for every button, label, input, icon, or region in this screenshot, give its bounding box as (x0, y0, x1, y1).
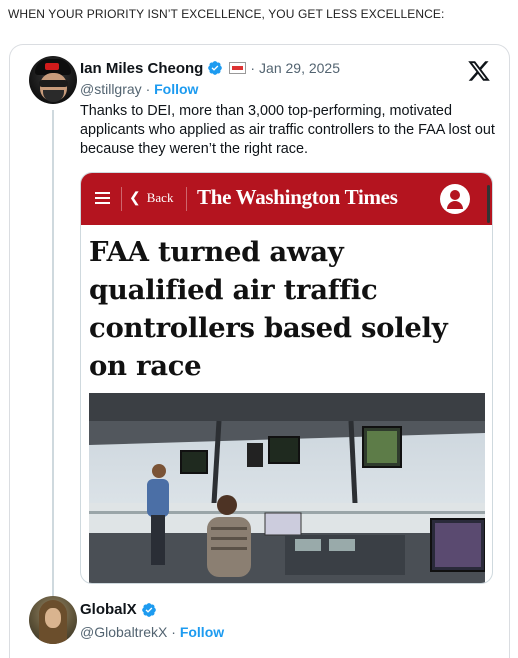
x-logo-icon[interactable] (467, 59, 491, 83)
affiliate-badge-icon (229, 62, 247, 74)
author-handle[interactable]: @stillgray (80, 81, 142, 97)
reply-author-handle[interactable]: @GlobaltrekX (80, 624, 167, 640)
quote-caption: WHEN YOUR PRIORITY ISN’T EXCELLENCE, YOU… (8, 7, 445, 21)
publication-logo: The Washington Times (197, 185, 398, 209)
back-button[interactable]: ❮ Back (129, 190, 173, 207)
separator-dot: · (145, 81, 151, 97)
reply-follow-button[interactable]: Follow (180, 624, 224, 640)
follow-button[interactable]: Follow (154, 81, 198, 97)
author-avatar[interactable] (29, 56, 77, 104)
post-card[interactable]: Ian Miles Cheong · Jan 29, 2025 @stillgr… (9, 44, 510, 658)
verified-check-icon (208, 61, 223, 75)
post-media[interactable]: ❮ Back The Washington Times FAA turned aw… (80, 172, 493, 584)
hamburger-menu-icon[interactable] (95, 192, 110, 207)
scrollbar (487, 185, 490, 223)
author-name[interactable]: Ian Miles Cheong (80, 60, 203, 77)
article-photo (89, 393, 485, 583)
user-account-icon[interactable] (440, 184, 470, 214)
back-label: Back (146, 190, 174, 205)
reply-handle-row: @GlobaltrekX · Follow (80, 624, 224, 640)
separator-dot: · (250, 60, 256, 76)
verified-check-icon (141, 602, 156, 617)
article-headline: FAA turned away qualified air traffic co… (89, 236, 448, 382)
reply-author-avatar[interactable] (29, 596, 77, 644)
post-header: Ian Miles Cheong · Jan 29, 2025 (80, 58, 340, 78)
post-date[interactable]: Jan 29, 2025 (259, 60, 340, 76)
author-handle-row: @stillgray · Follow (80, 81, 198, 97)
publication-header: ❮ Back The Washington Times (81, 173, 492, 225)
thread-line (52, 110, 54, 632)
separator-dot: · (171, 624, 176, 640)
reply-author-name[interactable]: GlobalX (80, 601, 137, 618)
reply-header: GlobalX (80, 601, 157, 618)
post-text: Thanks to DEI, more than 3,000 top-perfo… (80, 103, 495, 157)
chevron-left-icon: ❮ (129, 191, 141, 206)
